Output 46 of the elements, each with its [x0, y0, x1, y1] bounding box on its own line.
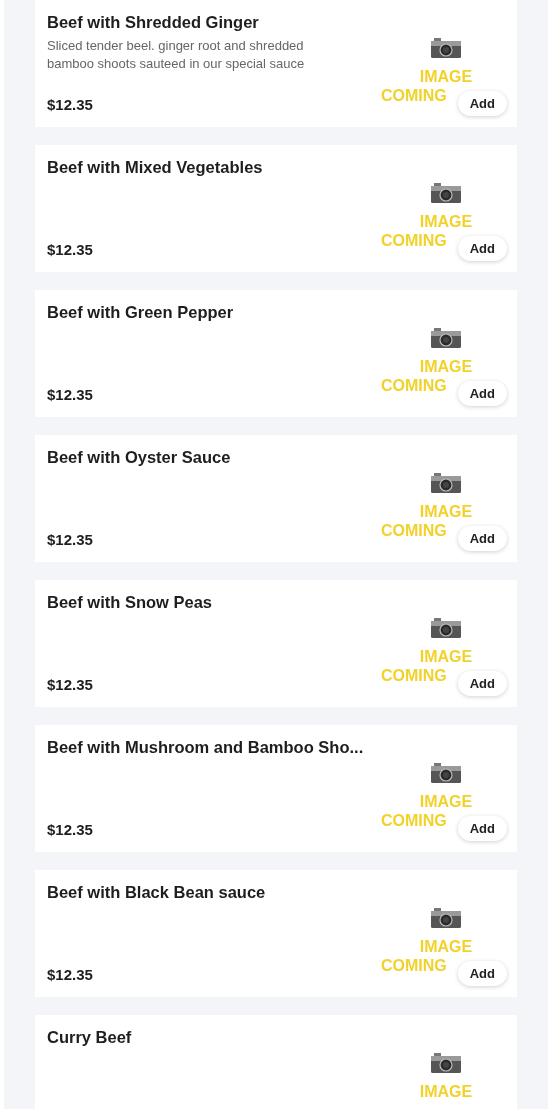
placeholder-text: COMING — [381, 956, 447, 975]
placeholder-text: COMING — [381, 376, 447, 395]
placeholder-text: IMAGE — [419, 937, 473, 956]
dish-name: Curry Beef — [47, 1028, 133, 1047]
dish-price: $12.35 — [47, 386, 94, 403]
add-button[interactable]: Add — [457, 381, 507, 406]
placeholder-text: COMING — [381, 666, 447, 685]
dish-name: Beef with Oyster Sauce — [47, 448, 232, 467]
dish-name: Beef with Shredded Ginger — [47, 13, 260, 32]
camera-icon — [431, 328, 461, 348]
dish-name: Beef with Mushroom and Bamboo Sho... — [47, 738, 365, 757]
camera-icon — [431, 1053, 461, 1073]
placeholder-text: IMAGE — [419, 792, 473, 811]
placeholder-text: COMING — [381, 231, 447, 250]
camera-icon — [431, 183, 461, 203]
dish-description: Sliced tender beel. ginger root and shredded bamboo shoots sauteed in our special sauce — [47, 37, 306, 73]
dish-price: $12.35 — [47, 96, 94, 113]
placeholder-text: IMAGE — [419, 502, 473, 521]
add-button[interactable]: Add — [457, 526, 507, 551]
placeholder-text: COMING — [381, 86, 447, 105]
camera-icon — [431, 618, 461, 638]
dish-price: $12.35 — [47, 241, 94, 258]
dish-name: Beef with Black Bean sauce — [47, 883, 267, 902]
dish-price: $12.35 — [47, 531, 94, 548]
add-button[interactable]: Add — [457, 816, 507, 841]
placeholder-text: IMAGE — [419, 1082, 473, 1101]
placeholder-text: COMING — [381, 811, 447, 830]
add-button[interactable]: Add — [457, 236, 507, 261]
dish-name: Beef with Snow Peas — [47, 593, 214, 612]
dish-price: $12.35 — [47, 676, 94, 693]
add-button[interactable]: Add — [457, 671, 507, 696]
dish-name: Beef with Green Pepper — [47, 303, 235, 322]
dish-name: Beef with Mixed Vegetables — [47, 158, 264, 177]
camera-icon — [431, 908, 461, 928]
add-button[interactable]: Add — [457, 961, 507, 986]
dish-price: $12.35 — [47, 821, 94, 838]
camera-icon — [431, 38, 461, 58]
placeholder-text: IMAGE — [419, 357, 473, 376]
camera-icon — [431, 763, 461, 783]
placeholder-text: IMAGE — [419, 67, 473, 86]
camera-icon — [431, 473, 461, 493]
dish-price: $12.35 — [47, 966, 94, 983]
placeholder-text: IMAGE — [419, 212, 473, 231]
placeholder-text: COMING — [381, 521, 447, 540]
placeholder-text: IMAGE — [419, 647, 473, 666]
add-button[interactable]: Add — [457, 91, 507, 116]
